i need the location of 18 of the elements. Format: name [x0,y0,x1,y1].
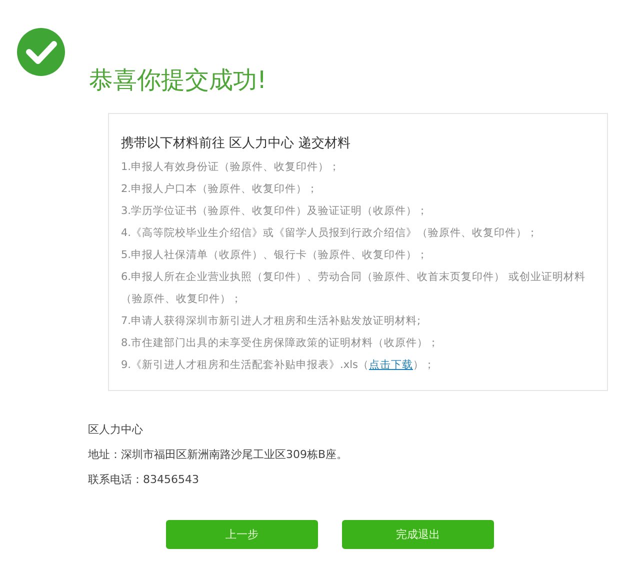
download-link[interactable]: 点击下载 [368,359,413,371]
contact-line: 地址：深圳市福田区新洲南路沙尾工业区309栋B座。 [88,447,349,463]
contact-line: 联系电话：83456543 [88,472,200,488]
material-item: 4.《高等院校毕业生介绍信》或《留学人员报到行政介绍信》（验原件、收复印件）； [121,226,540,241]
material-item: 1.申报人有效身份证（验原件、收复印件）； [121,160,342,175]
material-item: 3.学历学位证书（验原件、收复印件）及验证证明（收原件）； [121,204,430,219]
material-item: 5.申报人社保清单（收原件）、银行卡（验原件、收复印件）； [121,248,430,263]
materials-heading: 携带以下材料前往 区人力中心 递交材料 [121,135,352,152]
success-title: 恭喜你提交成功! [89,65,267,96]
material-item: 9.《新引进人才租房和生活配套补贴申报表》.xls（点击下载）； [121,358,436,373]
contact-line: 区人力中心 [88,422,144,438]
action-button[interactable]: 完成退出 [342,520,494,549]
material-item: 2.申报人户口本（验原件、收复印件）； [121,182,320,197]
material-item: 8.市住建部门出具的未享受住房保障政策的证明材料（收原件）； [121,336,440,351]
success-check-icon [17,28,65,76]
action-button[interactable]: 上一步 [166,520,318,549]
material-item: 7.申请人获得深圳市新引进人才租房和生活补贴发放证明材料; [121,314,422,329]
material-item: 6.申报人所在企业营业执照（复印件）、劳动合同（验原件、收首末页复印件） 或创业证明材料（验原件、收复印件）； [121,270,586,307]
